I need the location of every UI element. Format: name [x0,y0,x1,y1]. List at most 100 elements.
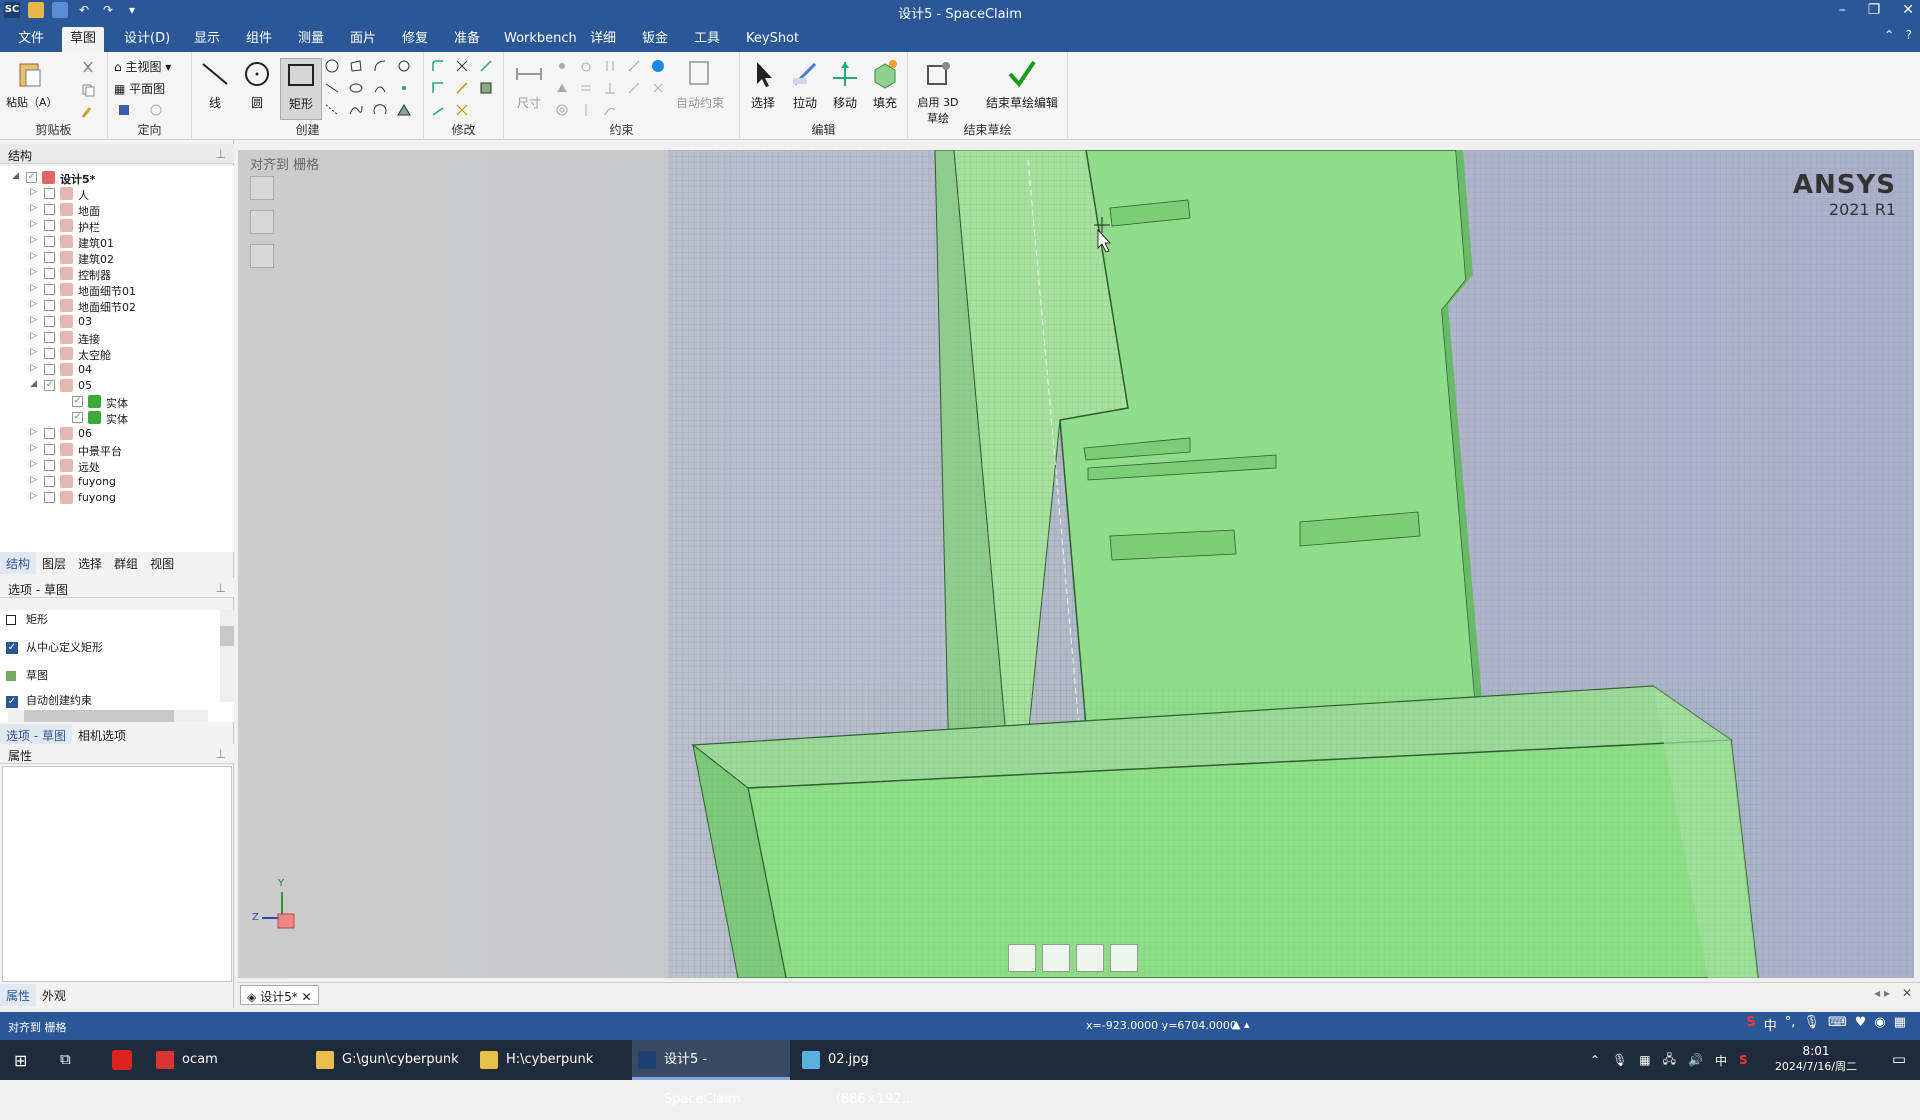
tree-item-checkbox[interactable] [44,188,55,199]
tab-detail[interactable]: 详细 [582,27,624,52]
point-icon[interactable] [396,80,412,96]
tab-file[interactable]: 文件 [10,27,52,52]
tree-item[interactable]: ◢ ✓ 设计5* [0,170,234,186]
ime-menu-icon[interactable]: ▦ [1894,1015,1906,1034]
volume-icon[interactable]: 🔊 [1688,1053,1703,1067]
fix-icon[interactable] [554,80,570,96]
solid-mode-icon[interactable] [1008,944,1036,972]
coincident-icon[interactable] [554,58,570,74]
tangent-line-icon[interactable] [324,80,340,96]
tangent-constraint-icon[interactable] [578,58,594,74]
paste-button[interactable]: 粘贴（A） [6,58,58,110]
ime-skin-icon[interactable]: ♥ [1855,1015,1867,1034]
tree-item-checkbox[interactable] [44,492,55,503]
center-rect-checkbox[interactable]: ✓ [6,642,18,654]
enable-3d-sketch-button[interactable]: 启用 3D 草绘 [912,58,964,126]
tree-item-checkbox[interactable] [44,268,55,279]
dimension-button[interactable]: 尺寸 [508,58,550,111]
tab-keyshot[interactable]: KeyShot [738,27,807,52]
scene-canvas[interactable] [238,150,1914,978]
tree-item-checkbox[interactable] [44,316,55,327]
expand-arrow-icon[interactable]: ▷ [30,443,37,453]
windows-start-icon[interactable]: ⊞ [14,1051,27,1070]
tree-item-checkbox[interactable]: ✓ [72,396,83,407]
tree-item[interactable]: ▷ 中景平台 [0,442,234,458]
fillet-icon[interactable] [430,58,446,74]
symmetric-icon[interactable] [626,80,642,96]
parallel-icon[interactable] [602,58,618,74]
tree-item-checkbox[interactable] [44,220,55,231]
expand-arrow-icon[interactable]: ▷ [30,475,37,485]
format-painter-icon[interactable] [80,104,96,120]
tab-properties[interactable]: 属性 [0,984,37,1006]
tree-item[interactable]: ▷ 连接 [0,330,234,346]
option-center-rect[interactable]: ✓ 从中心定义矩形 [0,638,214,658]
expand-arrow-icon[interactable]: ▷ [30,315,37,325]
properties-pin-icon[interactable]: ⊥ [216,747,226,761]
auto-constrain-button[interactable]: 自动约束 [670,58,730,111]
tree-item[interactable]: ▷ 地面细节01 [0,282,234,298]
tab-facets[interactable]: 面片 [342,27,384,52]
sketch-mode-icon[interactable] [1042,944,1070,972]
tree-item[interactable]: ▷ fuyong [0,474,234,490]
option-auto-constrain[interactable]: ✓ 自动创建约束 [0,694,214,708]
info-icon[interactable] [650,58,666,74]
tree-item-checkbox[interactable] [44,300,55,311]
split-icon[interactable] [454,80,470,96]
ime-punct-icon[interactable]: °, [1785,1015,1796,1034]
collapse-arrow-icon[interactable]: ◢ [12,171,19,181]
vp-tool-3-icon[interactable] [250,244,274,268]
sogou-ime-icon[interactable]: S [1746,1015,1755,1034]
tree-item-checkbox[interactable]: ✓ [26,172,37,183]
tree-item-checkbox[interactable] [44,428,55,439]
minimize-icon[interactable]: – [1839,2,1846,18]
tangent-circle-icon[interactable] [396,58,412,74]
tree-item[interactable]: ✓ 实体 [0,410,234,426]
auto-constrain-checkbox[interactable]: ✓ [6,696,18,708]
status-filter-icon[interactable]: ▲ ▴ [1232,1018,1249,1031]
tree-item-checkbox[interactable] [44,284,55,295]
tree-item-checkbox[interactable] [44,364,55,375]
ellipse-icon[interactable] [348,80,364,96]
expand-arrow-icon[interactable]: ▷ [30,267,37,277]
vertical-icon[interactable] [578,102,594,118]
tree-item[interactable]: ▷ 建筑02 [0,250,234,266]
restore-icon[interactable]: ❐ [1868,2,1881,18]
ime-mode-label[interactable]: 中 [1764,1015,1777,1034]
taskbar-item-ocam[interactable]: ocam [150,1040,300,1080]
tab-tools[interactable]: 工具 [686,27,728,52]
tab-measure[interactable]: 测量 [290,27,332,52]
tree-item[interactable]: ◢ ✓ 05 [0,378,234,394]
tab-display[interactable]: 显示 [186,27,228,52]
close-icon[interactable]: ✕ [1902,2,1914,18]
tray-ime-label[interactable]: 中 [1715,1052,1727,1069]
tree-item-checkbox[interactable] [44,332,55,343]
copy-icon[interactable] [80,82,96,98]
tree-item[interactable]: ▷ 太空舱 [0,346,234,362]
move-button[interactable]: 移动 [824,58,866,111]
tab-options-sketch[interactable]: 选项 - 草图 [0,724,72,746]
trim-icon[interactable] [454,58,470,74]
corner-icon[interactable] [430,80,446,96]
microphone-icon[interactable]: 🎙 [1612,1053,1627,1067]
tab-workbench[interactable]: Workbench [496,27,585,52]
arc-icon[interactable] [372,58,388,74]
tree-item-checkbox[interactable] [44,444,55,455]
rectangle-tool-button[interactable]: 矩形 [280,58,322,120]
pin-icon[interactable]: ⊥ [216,147,226,161]
orbit-icon[interactable] [148,102,164,118]
fill-button[interactable]: 填充 [864,58,906,111]
tab-views[interactable]: 视图 [144,552,180,574]
view-cube-icon[interactable] [116,102,132,118]
select-button[interactable]: 选择 [742,58,784,111]
options-scrollbar[interactable] [220,610,234,702]
doc-tabs-close-icon[interactable]: ✕ [1902,986,1912,1000]
tree-item[interactable]: ✓ 实体 [0,394,234,410]
tree-item[interactable]: ▷ 建筑01 [0,234,234,250]
tab-layers[interactable]: 图层 [36,552,72,574]
tray-overflow-icon[interactable]: ⌃ [1590,1053,1600,1067]
tree-item-checkbox[interactable] [44,476,55,487]
cut-icon[interactable] [80,60,96,76]
tab-selection[interactable]: 选择 [72,552,108,574]
tree-item[interactable]: ▷ 人 [0,186,234,202]
